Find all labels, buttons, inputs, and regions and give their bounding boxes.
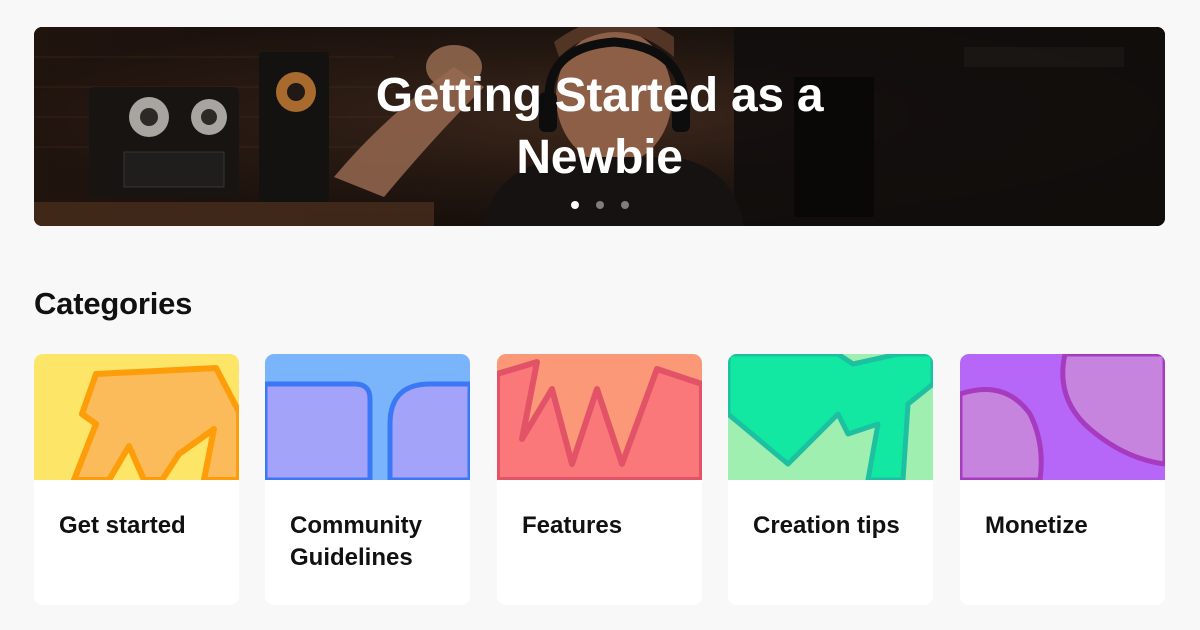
category-card-creation-tips[interactable]: Creation tips <box>728 354 933 605</box>
hero-title-line1: Getting Started as a <box>375 69 824 122</box>
category-card-community-guidelines[interactable]: Community Guidelines <box>265 354 470 605</box>
blob-shape-icon <box>960 354 1165 480</box>
category-label: Get started <box>59 512 186 539</box>
carousel-dot-2[interactable] <box>595 201 604 209</box>
category-card-features[interactable]: Features <box>497 354 702 605</box>
category-label: Features <box>522 512 623 539</box>
category-label: Creation tips <box>753 512 900 539</box>
bolt-shape-icon <box>728 354 933 480</box>
category-card-get-started[interactable]: Get started <box>34 354 239 605</box>
carousel-dots <box>34 201 1165 209</box>
category-label: Community Guidelines <box>290 512 422 571</box>
carousel-dot-1[interactable] <box>570 201 579 209</box>
arch-shape-icon <box>265 354 470 480</box>
category-label: Monetize <box>985 512 1088 539</box>
categories-heading: Categories <box>34 286 193 321</box>
zigzag-shape-icon <box>497 354 702 480</box>
carousel-dot-3[interactable] <box>620 201 629 209</box>
arrow-shape-icon <box>34 354 239 480</box>
hero-title-line2: Newbie <box>516 131 683 184</box>
hero-title: Getting Started as a Newbie <box>34 65 1165 189</box>
category-card-monetize[interactable]: Monetize <box>960 354 1165 605</box>
hero-banner[interactable]: Getting Started as a Newbie <box>34 27 1165 226</box>
